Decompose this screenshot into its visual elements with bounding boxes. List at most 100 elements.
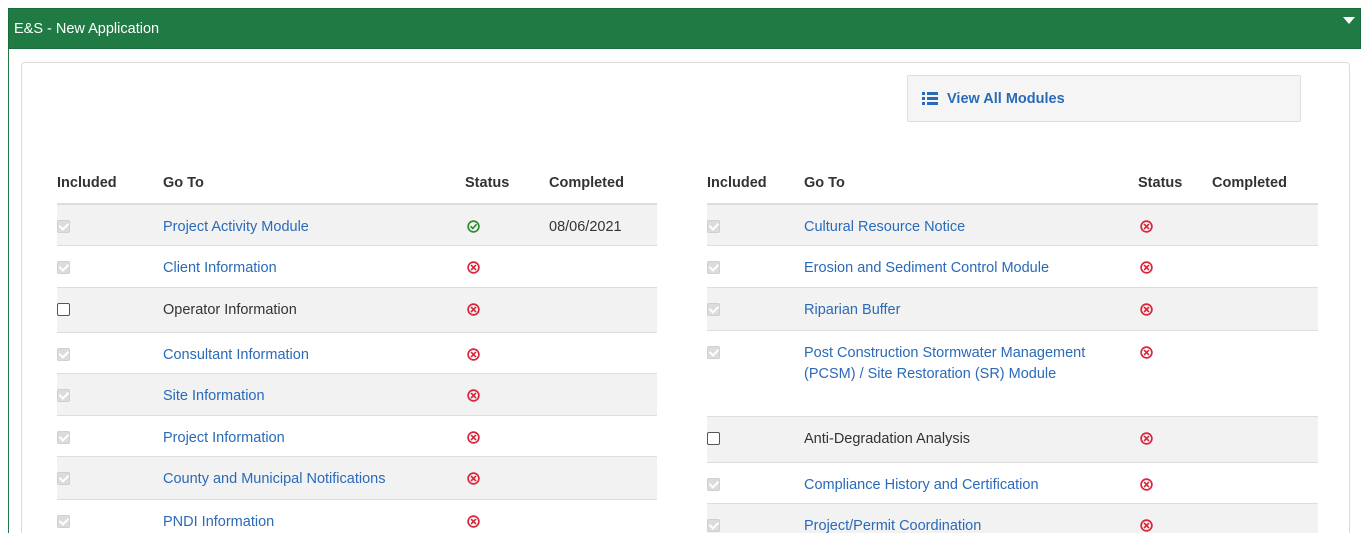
table-row: Project Activity Module 08/06/2021 [57,203,657,245]
column-header-goto: Go To [163,163,465,205]
application-page: E&S - New Application View All Modules I… [0,0,1361,533]
x-circle-icon [1140,477,1153,491]
table-row: Site Information [57,372,657,415]
collapse-caret-icon[interactable] [1343,17,1355,24]
included-checkbox [57,388,70,402]
module-link[interactable]: Erosion and Sediment Control Module [804,260,1049,276]
completed-cell [549,455,657,499]
included-cell [707,286,804,330]
panel-side-border [8,49,9,533]
goto-cell: Cultural Resource Notice [804,203,1138,245]
column-header-status: Status [1138,163,1212,205]
module-link[interactable]: Site Information [163,388,265,404]
table-row: Anti-Degradation Analysis [707,415,1318,462]
goto-cell: Project Information [163,414,465,456]
included-cell [57,244,163,287]
goto-cell: Compliance History and Certification [804,461,1138,503]
module-link[interactable]: County and Municipal Notifications [163,471,385,487]
module-link[interactable]: Post Construction Stormwater Management … [804,345,1085,382]
completed-cell [1212,329,1318,416]
completed-cell [549,372,657,415]
status-cell [465,372,549,415]
included-cell [707,502,804,533]
module-link[interactable]: Compliance History and Certification [804,477,1039,493]
status-cell [1138,502,1212,533]
included-checkbox [57,471,70,485]
included-checkbox[interactable] [57,302,70,316]
completed-date: 08/06/2021 [549,219,622,235]
included-cell [707,329,804,416]
included-cell [707,203,804,245]
included-cell [57,203,163,245]
module-label: Anti-Degradation Analysis [804,430,971,447]
status-cell [1138,203,1212,245]
status-cell [1138,286,1212,330]
table-row: Operator Information [57,286,657,332]
module-link[interactable]: Cultural Resource Notice [804,219,965,235]
status-cell [465,203,549,245]
goto-cell: Post Construction Stormwater Management … [804,329,1138,416]
x-circle-icon [467,430,480,444]
x-circle-icon [467,514,480,528]
goto-cell: PNDI Information [163,498,465,533]
included-checkbox [57,260,70,274]
goto-cell: County and Municipal Notifications [163,455,465,499]
x-circle-icon [1140,345,1153,359]
included-checkbox [707,302,720,316]
table-row: Riparian Buffer [707,286,1318,330]
goto-cell: Project/Permit Coordination [804,502,1138,533]
module-link[interactable]: Project Activity Module [163,219,309,235]
table-header-row: Included Go To Status Completed [707,163,1318,205]
column-header-goto: Go To [804,163,1138,205]
view-all-modules-button[interactable]: View All Modules [907,75,1301,122]
x-circle-icon [1140,431,1153,445]
included-cell [707,461,804,503]
included-cell [57,455,163,499]
status-cell [465,331,549,373]
status-cell [1138,244,1212,287]
column-header-completed: Completed [1212,163,1318,205]
included-checkbox [707,477,720,491]
status-cell [1138,415,1212,462]
table-row: County and Municipal Notifications [57,455,657,499]
included-cell [707,244,804,287]
x-circle-icon [467,471,480,485]
included-cell [57,286,163,332]
included-checkbox[interactable] [707,431,720,445]
goto-cell: Site Information [163,372,465,415]
goto-cell: Client Information [163,244,465,287]
module-link[interactable]: Consultant Information [163,347,309,363]
goto-cell: Anti-Degradation Analysis [804,415,1138,462]
included-checkbox [57,220,70,233]
x-circle-icon [467,388,480,402]
module-link[interactable]: Project/Permit Coordination [804,518,981,533]
table-row: Project Information [57,414,657,456]
column-header-included: Included [707,163,804,205]
status-cell [465,498,549,533]
column-header-completed: Completed [549,163,657,205]
included-checkbox [57,347,70,361]
table-header-row: Included Go To Status Completed [57,163,657,205]
status-cell [465,455,549,499]
panel-header[interactable]: E&S - New Application [8,8,1361,49]
status-cell [1138,329,1212,416]
completed-cell [1212,286,1318,330]
goto-cell: Riparian Buffer [804,286,1138,330]
included-checkbox [707,220,720,233]
completed-cell [1212,203,1318,245]
module-link[interactable]: Project Information [163,430,285,446]
completed-cell [549,331,657,373]
modules-table-left: Included Go To Status Completed Project … [57,163,657,533]
goto-cell: Consultant Information [163,331,465,373]
included-cell [57,414,163,456]
table-row: Post Construction Stormwater Management … [707,329,1318,416]
completed-cell [549,244,657,287]
included-checkbox [57,514,70,528]
included-cell [707,415,804,462]
included-checkbox [707,345,720,359]
module-link[interactable]: Riparian Buffer [804,302,900,318]
panel-title: E&S - New Application [14,20,160,37]
module-link[interactable]: Client Information [163,260,277,276]
module-link[interactable]: PNDI Information [163,514,274,530]
included-checkbox [57,430,70,444]
